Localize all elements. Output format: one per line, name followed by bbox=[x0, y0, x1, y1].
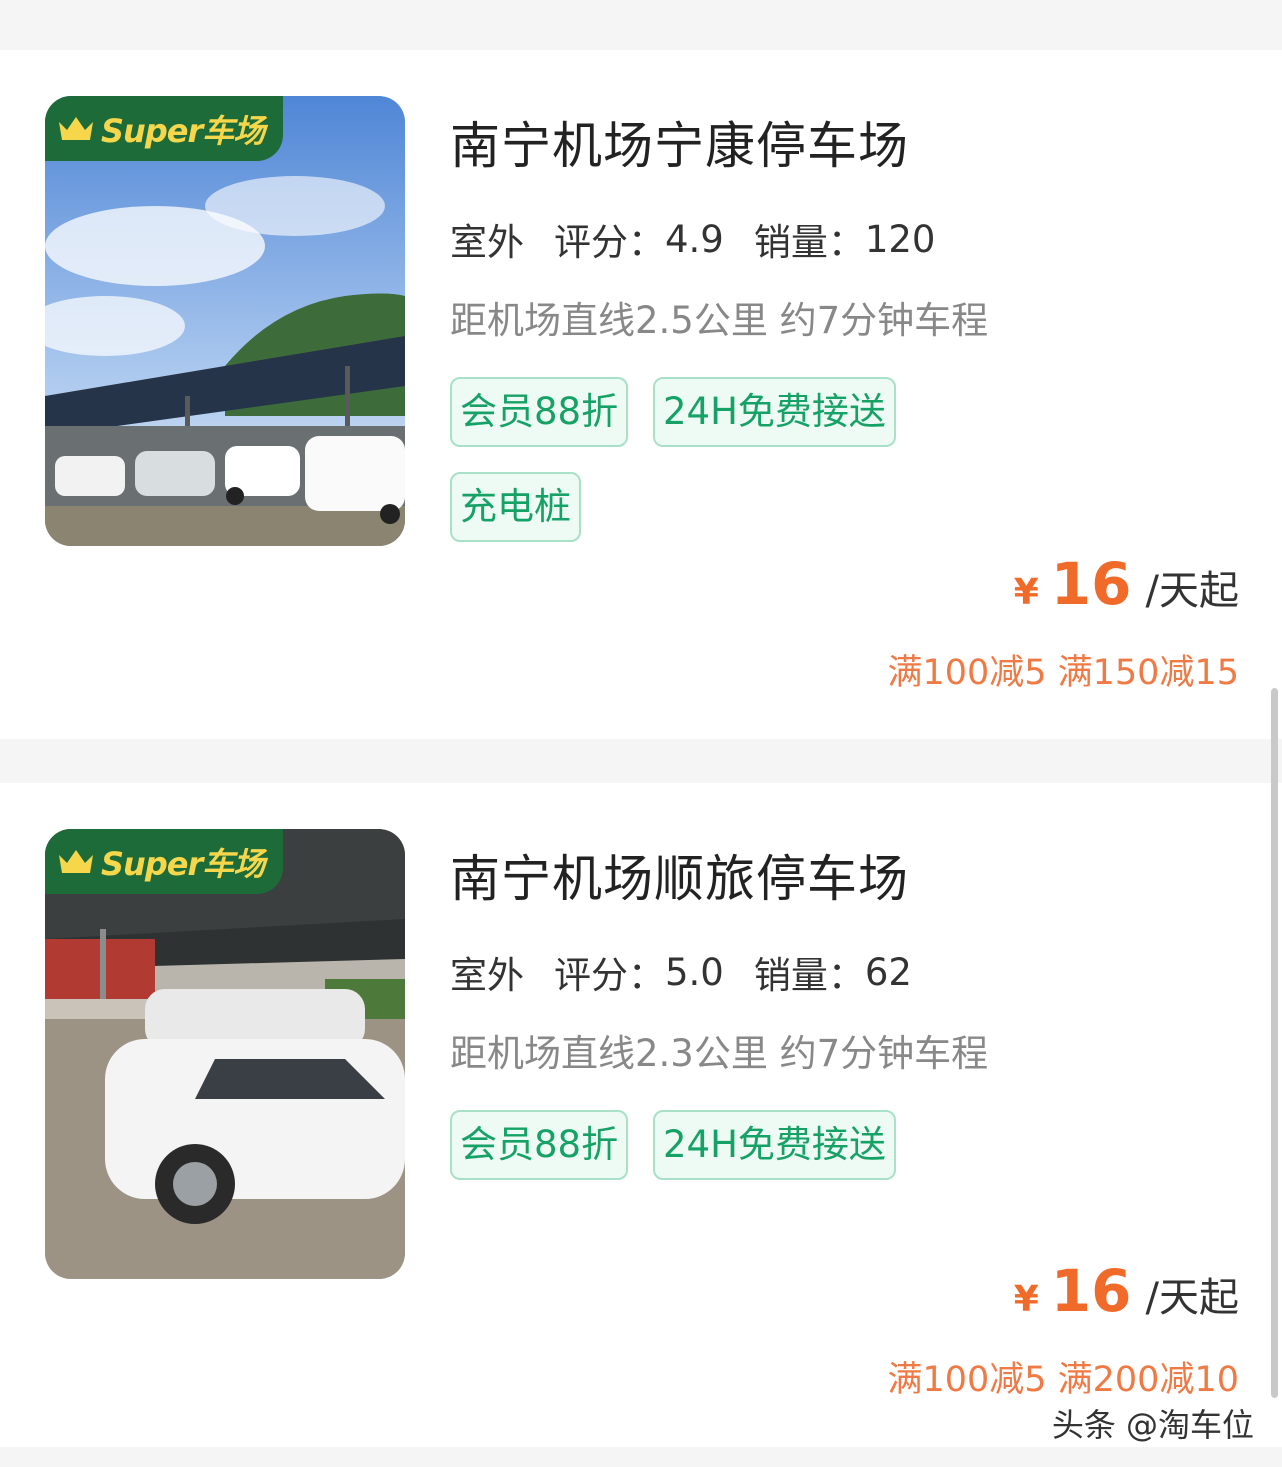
parking-title[interactable]: 南宁机场宁康停车场 bbox=[450, 106, 909, 178]
tag-free-shuttle: 24H免费接送 bbox=[653, 377, 896, 447]
parking-photo-image bbox=[45, 829, 405, 1279]
distance-text: 距机场直线2.3公里 约7分钟车程 bbox=[450, 1032, 989, 1075]
crown-icon bbox=[59, 849, 93, 873]
sales-value: 62 bbox=[864, 950, 912, 994]
price-unit: /天起 bbox=[1145, 568, 1239, 614]
parking-photo[interactable]: Super车场 bbox=[45, 829, 405, 1279]
parking-card[interactable]: Super车场 南宁机场顺旅停车场 室外 评分： 5.0 销量： 62 距机场直… bbox=[0, 783, 1282, 1447]
super-lot-badge: Super车场 bbox=[45, 96, 283, 161]
price-unit: /天起 bbox=[1145, 1275, 1239, 1321]
lot-type-label: 室外 bbox=[450, 212, 524, 266]
sales-label: 销量： bbox=[753, 954, 865, 997]
tag-member-discount: 会员88折 bbox=[450, 1110, 629, 1180]
promo-text: 满100减5 满150减15 bbox=[887, 653, 1239, 693]
scrollbar[interactable] bbox=[1271, 688, 1278, 1398]
tag-member-discount: 会员88折 bbox=[450, 377, 629, 447]
promo-text: 满100减5 满200减10 bbox=[887, 1360, 1239, 1400]
tag-free-shuttle: 24H免费接送 bbox=[653, 1110, 896, 1180]
parking-meta: 室外 评分： 5.0 销量： 62 bbox=[450, 945, 912, 999]
price-value: 16 bbox=[1050, 1257, 1132, 1325]
super-lot-badge: Super车场 bbox=[45, 829, 283, 894]
currency-symbol: ¥ bbox=[1013, 1279, 1039, 1320]
parking-title[interactable]: 南宁机场顺旅停车场 bbox=[450, 839, 909, 911]
currency-symbol: ¥ bbox=[1013, 572, 1039, 613]
price: ¥ 16 /天起 bbox=[1014, 550, 1239, 618]
badge-label: Super车场 bbox=[101, 111, 265, 150]
price: ¥ 16 /天起 bbox=[1014, 1257, 1239, 1325]
distance-text: 距机场直线2.5公里 约7分钟车程 bbox=[450, 299, 989, 342]
crown-icon bbox=[59, 116, 93, 140]
lot-type-label: 室外 bbox=[450, 945, 524, 999]
sales-label: 销量： bbox=[753, 221, 865, 264]
parking-meta: 室外 评分： 4.9 销量： 120 bbox=[450, 212, 935, 266]
rating-value: 5.0 bbox=[665, 950, 724, 994]
rating-label: 评分： bbox=[554, 954, 665, 997]
price-value: 16 bbox=[1050, 550, 1132, 618]
watermark: 头条 @淘车位 bbox=[1051, 1406, 1254, 1444]
rating-label: 评分： bbox=[554, 221, 665, 264]
sales-value: 120 bbox=[864, 217, 936, 261]
parking-photo[interactable]: Super车场 bbox=[45, 96, 405, 546]
tag-charging-station: 充电桩 bbox=[450, 472, 581, 542]
parking-card[interactable]: Super车场 南宁机场宁康停车场 室外 评分： 4.9 销量： 120 距机场… bbox=[0, 50, 1282, 739]
rating-value: 4.9 bbox=[665, 217, 724, 261]
parking-photo-image bbox=[45, 96, 405, 546]
badge-label: Super车场 bbox=[101, 844, 265, 883]
parking-list-page: Super车场 南宁机场宁康停车场 室外 评分： 4.9 销量： 120 距机场… bbox=[0, 0, 1282, 1467]
